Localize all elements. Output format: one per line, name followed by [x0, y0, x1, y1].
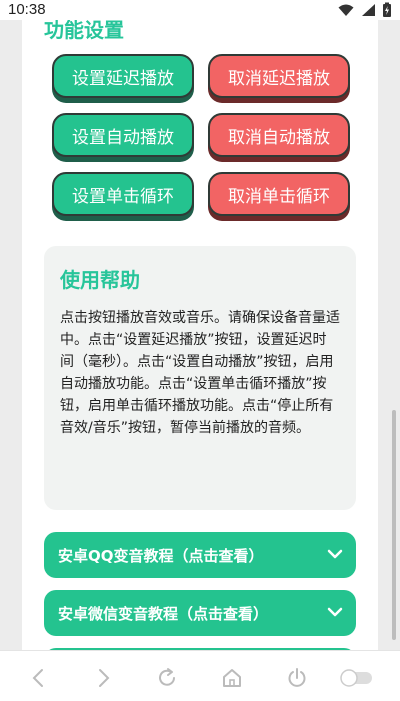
signal-icon — [362, 4, 375, 16]
forward-icon[interactable] — [92, 667, 114, 689]
section-title: 功能设置 — [44, 20, 124, 42]
cancel-auto-button[interactable]: 取消自动播放 — [208, 113, 350, 157]
cancel-loop-button[interactable]: 取消单击循环 — [208, 172, 350, 216]
content-page: 功能设置 设置延迟播放 取消延迟播放 设置自动播放 取消自动播放 设置单击循环 … — [22, 20, 378, 650]
back-icon[interactable] — [28, 667, 50, 689]
cancel-delay-button[interactable]: 取消延迟播放 — [208, 54, 350, 98]
home-icon[interactable] — [221, 667, 243, 689]
accordion-qq-tutorial[interactable]: 安卓QQ变音教程（点击查看） — [44, 532, 356, 578]
help-text: 点击按钮播放音效或音乐。请确保设备音量适中。点击“设置延迟播放”按钮，设置延迟时… — [60, 310, 340, 436]
battery-charging-icon — [383, 2, 391, 17]
status-icons — [338, 2, 392, 18]
set-loop-button[interactable]: 设置单击循环 — [52, 172, 194, 216]
status-time: 10:38 — [8, 1, 46, 18]
wifi-icon — [338, 4, 354, 16]
chevron-down-icon — [327, 607, 343, 617]
scrollbar[interactable] — [392, 410, 396, 640]
accordion-label: 安卓QQ变音教程（点击查看） — [58, 546, 264, 565]
accordion-wechat-tutorial[interactable]: 安卓微信变音教程（点击查看） — [44, 590, 356, 636]
status-bar: 10:38 — [0, 0, 400, 20]
accordion-label: 安卓微信变音教程（点击查看） — [58, 604, 269, 623]
set-delay-button[interactable]: 设置延迟播放 — [52, 54, 194, 98]
help-title: 使用帮助 — [60, 268, 140, 292]
browser-bottom-bar — [0, 650, 400, 701]
set-auto-button[interactable]: 设置自动播放 — [52, 113, 194, 157]
refresh-icon[interactable] — [156, 667, 178, 689]
chevron-down-icon — [327, 549, 343, 559]
toggle-switch-icon[interactable] — [338, 667, 374, 689]
help-card: 使用帮助 点击按钮播放音效或音乐。请确保设备音量适中。点击“设置延迟播放”按钮，… — [44, 246, 356, 510]
power-icon[interactable] — [286, 667, 308, 689]
